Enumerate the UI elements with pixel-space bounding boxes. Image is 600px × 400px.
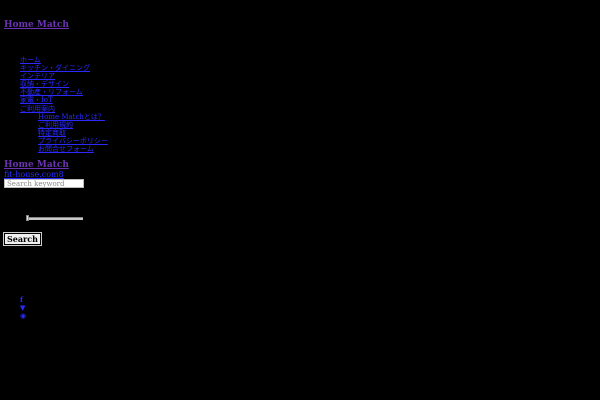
subnav-item-commerce-law[interactable]: 特定商取 <box>38 129 108 137</box>
nav-item-kitchen-dining[interactable]: キッチン・ダイニング <box>20 64 108 72</box>
site-domain-link[interactable]: fit-house.com8 <box>4 170 64 179</box>
subnav-item-about[interactable]: Home Matchとは？ <box>38 113 108 121</box>
subnav-item-contact[interactable]: お問合せフォーム <box>38 145 108 153</box>
nav-subgroup: Home Matchとは？ ご利用規約 特定商取 プライバシーポリシー お問合せ… <box>20 113 108 153</box>
nav-item-home[interactable]: ホーム <box>20 56 108 64</box>
slider-thumb[interactable] <box>26 215 29 221</box>
subnav-item-privacy[interactable]: プライバシーポリシー <box>38 137 108 145</box>
social-links: f ▼ ◉ <box>20 296 26 320</box>
range-slider[interactable] <box>26 214 83 222</box>
instagram-icon[interactable]: ◉ <box>20 312 26 320</box>
site-brand-link[interactable]: Home Match <box>4 20 69 30</box>
search-panel-brand-link[interactable]: Home Match <box>4 160 69 170</box>
search-input[interactable] <box>4 179 84 188</box>
subnav-item-terms[interactable]: ご利用規約 <box>38 121 108 129</box>
guide-submenu: Home Matchとは？ ご利用規約 特定商取 プライバシーポリシー お問合せ… <box>20 113 108 153</box>
search-button[interactable]: Search <box>3 232 42 246</box>
slider-track <box>28 217 83 220</box>
main-nav: ホーム キッチン・ダイニング インテリア 収納・デザイン 不動産・リフォーム 家… <box>20 56 108 153</box>
nav-item-guide[interactable]: ご利用案内 <box>20 105 108 113</box>
nav-item-appliances-iot[interactable]: 家電・IoT <box>20 96 108 104</box>
